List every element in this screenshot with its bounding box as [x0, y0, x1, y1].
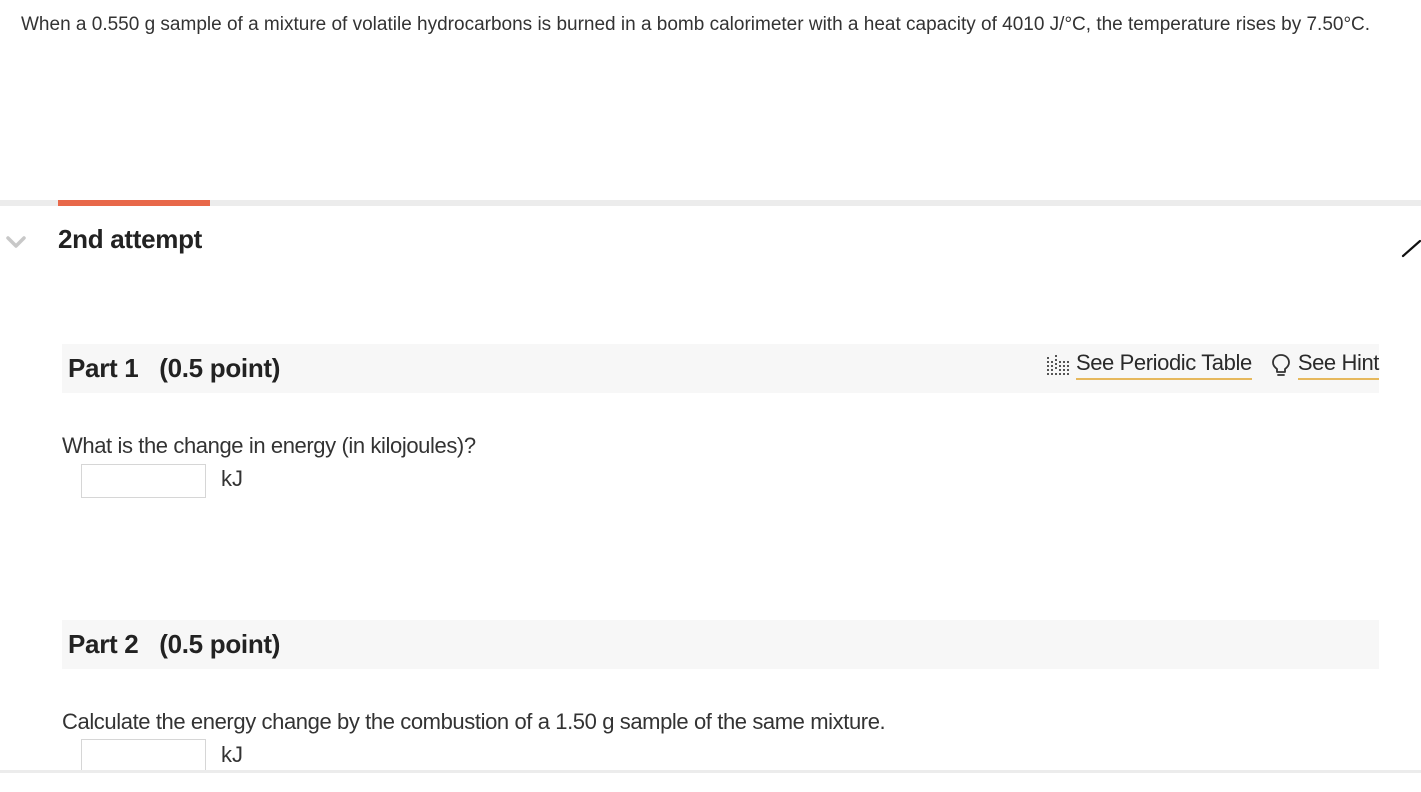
periodic-table-icon — [1046, 355, 1069, 375]
progress-fill — [58, 200, 210, 206]
periodic-table-label[interactable]: See Periodic Table — [1075, 350, 1252, 380]
part-tools: See Periodic Table See Hint — [1046, 350, 1379, 386]
part-2-prompt: Calculate the energy change by the combu… — [62, 709, 886, 734]
part-1-prompt: What is the change in energy (in kilojou… — [62, 433, 476, 458]
hint-label[interactable]: See Hint — [1297, 350, 1379, 380]
part-1-answer-input[interactable] — [81, 464, 206, 498]
question-text: When a 0.550 g sample of a mixture of vo… — [21, 14, 1371, 35]
see-hint-link[interactable]: See Hint — [1270, 350, 1379, 380]
bottom-divider — [0, 770, 1421, 773]
progress-track — [0, 200, 1421, 206]
part-1-unit: kJ — [221, 466, 243, 491]
part-2-title: Part 2 (0.5 point) — [68, 629, 281, 659]
part-1-header: Part 1 (0.5 point) See Periodic Table Se… — [62, 344, 1379, 393]
part-2-unit: kJ — [221, 742, 243, 767]
part-2-answer-input[interactable] — [81, 739, 206, 773]
see-periodic-table-link[interactable]: See Periodic Table — [1046, 350, 1252, 380]
chevron-down-icon[interactable] — [6, 234, 26, 250]
lightbulb-icon — [1271, 354, 1290, 376]
pencil-icon[interactable] — [1398, 232, 1421, 262]
part-2-header: Part 2 (0.5 point) — [62, 620, 1379, 669]
part-1-title: Part 1 (0.5 point) — [68, 353, 281, 383]
attempt-title: 2nd attempt — [58, 224, 203, 254]
